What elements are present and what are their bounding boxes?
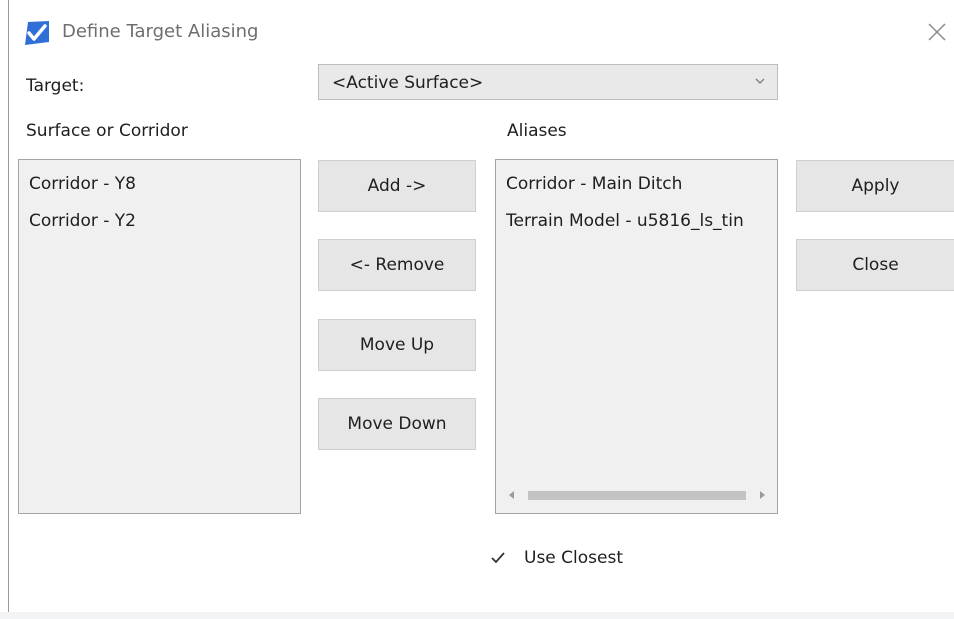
apply-button[interactable]: Apply — [796, 160, 954, 212]
close-icon[interactable] — [926, 21, 948, 43]
horizontal-scrollbar[interactable] — [507, 487, 767, 503]
move-up-button-label: Move Up — [359, 335, 435, 355]
remove-button-label: <- Remove — [349, 255, 445, 275]
use-closest-label[interactable]: Use Closest — [524, 548, 623, 568]
list-item[interactable]: Terrain Model - u5816_ls_tin — [506, 211, 744, 231]
move-down-button[interactable]: Move Down — [318, 398, 476, 450]
window-border — [8, 0, 9, 619]
bottom-strip — [0, 612, 954, 619]
aliases-listbox[interactable]: Corridor - Main Ditch Terrain Model - u5… — [495, 159, 778, 514]
chevron-down-icon — [755, 78, 765, 84]
target-dropdown-value: <Active Surface> — [332, 73, 484, 93]
app-logo-icon — [25, 21, 49, 45]
define-target-aliasing-dialog: Define Target Aliasing Target: <Active S… — [0, 0, 954, 619]
add-button[interactable]: Add -> — [318, 160, 476, 212]
target-dropdown[interactable]: <Active Surface> — [318, 64, 778, 100]
list-item[interactable]: Corridor - Y8 — [29, 174, 136, 194]
surface-corridor-listbox[interactable]: Corridor - Y8 Corridor - Y2 — [18, 159, 301, 514]
alias-list-header: Aliases — [507, 121, 567, 141]
scroll-left-arrow-icon[interactable] — [507, 490, 517, 500]
add-button-label: Add -> — [367, 176, 427, 196]
list-item[interactable]: Corridor - Main Ditch — [506, 174, 682, 194]
move-down-button-label: Move Down — [347, 414, 447, 434]
scrollbar-thumb[interactable] — [528, 491, 746, 500]
scroll-right-arrow-icon[interactable] — [757, 490, 767, 500]
move-up-button[interactable]: Move Up — [318, 319, 476, 371]
remove-button[interactable]: <- Remove — [318, 239, 476, 291]
list-item[interactable]: Corridor - Y2 — [29, 211, 136, 231]
apply-button-label: Apply — [851, 176, 900, 196]
close-button-label: Close — [852, 255, 899, 275]
close-button[interactable]: Close — [796, 239, 954, 291]
target-label: Target: — [26, 76, 85, 96]
use-closest-checkbox[interactable] — [489, 549, 507, 567]
window-title: Define Target Aliasing — [62, 21, 259, 42]
surface-list-header: Surface or Corridor — [26, 121, 188, 141]
